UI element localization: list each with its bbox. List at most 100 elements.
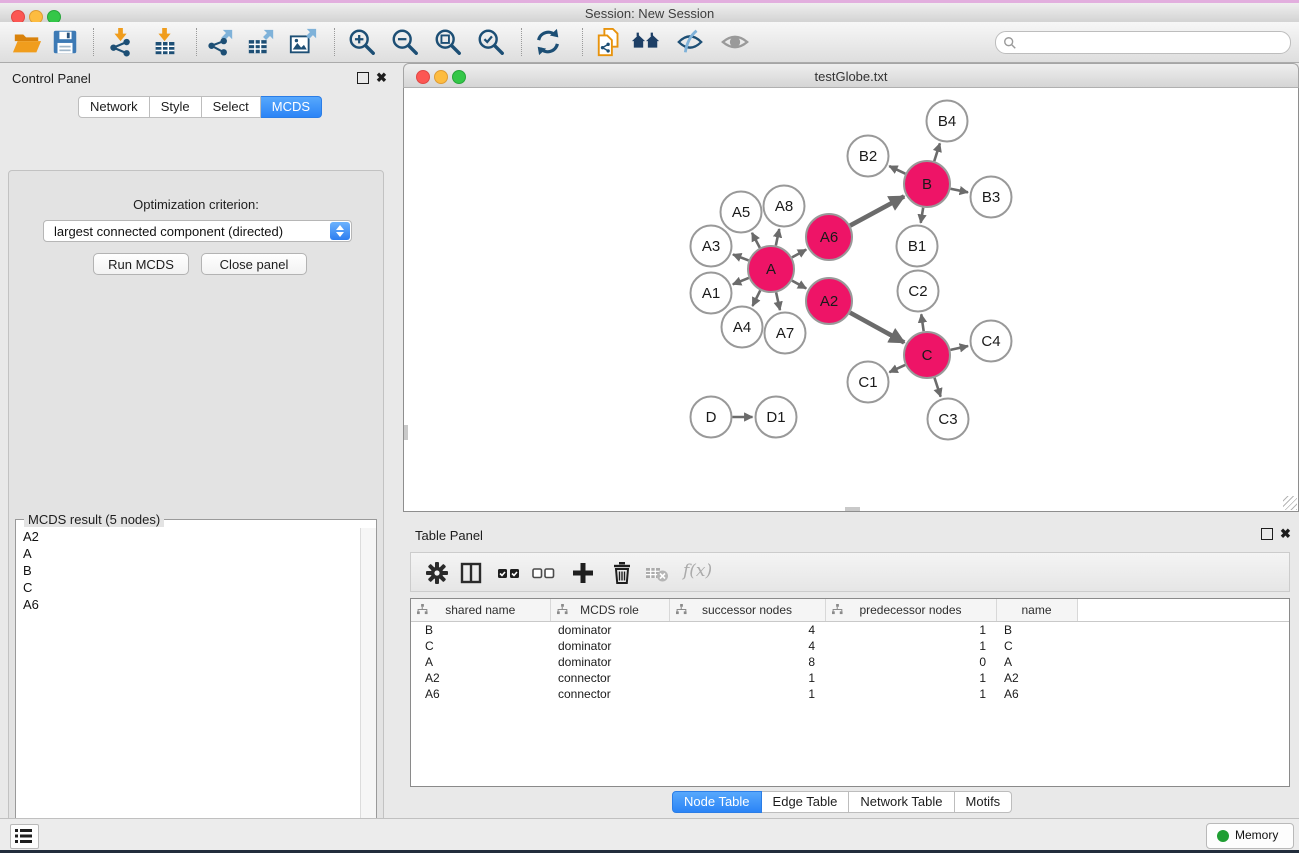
graph-node-A3[interactable]: A3 xyxy=(691,226,732,267)
graph-node-C[interactable]: C xyxy=(904,332,950,378)
split-view-icon[interactable] xyxy=(459,561,483,585)
home-icon[interactable] xyxy=(631,27,661,57)
cell[interactable]: A2 xyxy=(411,670,550,686)
cell[interactable]: A6 xyxy=(411,686,550,702)
run-mcds-button[interactable]: Run MCDS xyxy=(93,253,189,275)
edge-A-A6[interactable] xyxy=(792,250,806,258)
cell[interactable]: B xyxy=(411,622,550,639)
cell[interactable]: C xyxy=(411,638,550,654)
cell[interactable]: dominator xyxy=(550,654,669,670)
show-graphics-details-icon[interactable] xyxy=(675,27,705,57)
tab-network-table[interactable]: Network Table xyxy=(849,791,954,813)
tab-mcds[interactable]: MCDS xyxy=(261,96,322,118)
tab-node-table[interactable]: Node Table xyxy=(672,791,762,813)
close-panel-icon[interactable]: ✖ xyxy=(376,72,387,84)
criterion-select[interactable]: largest connected component (directed) xyxy=(43,220,352,242)
table-row[interactable]: Cdominator41C xyxy=(411,638,1289,654)
add-column-icon[interactable] xyxy=(571,561,595,585)
zoom-in-icon[interactable] xyxy=(347,27,377,57)
zoom-out-icon[interactable] xyxy=(390,27,420,57)
edge-A2-C[interactable] xyxy=(850,313,904,343)
cell[interactable]: C xyxy=(996,638,1077,654)
column-header-MCDS-role[interactable]: MCDS role xyxy=(550,599,669,622)
cell[interactable]: B xyxy=(996,622,1077,639)
edge-B-B3[interactable] xyxy=(951,189,968,193)
graph-node-C1[interactable]: C1 xyxy=(848,362,889,403)
graph-node-A7[interactable]: A7 xyxy=(765,313,806,354)
edge-C-C4[interactable] xyxy=(950,346,968,350)
deselect-all-rows-icon[interactable] xyxy=(532,561,556,585)
refresh-icon[interactable] xyxy=(533,27,563,57)
task-history-button[interactable] xyxy=(10,824,39,849)
zoom-fit-icon[interactable] xyxy=(433,27,463,57)
edge-C-C3[interactable] xyxy=(934,378,940,397)
tab-motifs[interactable]: Motifs xyxy=(955,791,1013,813)
graph-node-C3[interactable]: C3 xyxy=(928,399,969,440)
table-row[interactable]: Adominator80A xyxy=(411,654,1289,670)
cell[interactable]: connector xyxy=(550,686,669,702)
network-canvas[interactable]: B4B2BB3A5A8A6B1A3AA1C2A4A7A2C4CC1C3DD1 xyxy=(403,88,1299,512)
close-table-panel-icon[interactable]: ✖ xyxy=(1280,528,1291,540)
cell[interactable]: A6 xyxy=(996,686,1077,702)
graph-node-C2[interactable]: C2 xyxy=(898,271,939,312)
column-header-successor-nodes[interactable]: successor nodes xyxy=(669,599,825,622)
graph-node-A1[interactable]: A1 xyxy=(691,273,732,314)
graph-node-D[interactable]: D xyxy=(691,397,732,438)
open-session-icon[interactable] xyxy=(12,27,42,57)
edge-A-A5[interactable] xyxy=(752,233,760,248)
table-row[interactable]: Bdominator41B xyxy=(411,622,1289,639)
graph-node-B[interactable]: B xyxy=(904,161,950,207)
memory-button[interactable]: Memory xyxy=(1206,823,1294,849)
column-header-predecessor-nodes[interactable]: predecessor nodes xyxy=(825,599,996,622)
network-graph[interactable]: B4B2BB3A5A8A6B1A3AA1C2A4A7A2C4CC1C3DD1 xyxy=(404,88,1298,511)
result-item[interactable]: A xyxy=(16,545,361,562)
close-panel-button[interactable]: Close panel xyxy=(201,253,307,275)
tab-network[interactable]: Network xyxy=(78,96,150,118)
edge-A-A8[interactable] xyxy=(776,229,779,245)
edge-A6-B[interactable] xyxy=(850,196,904,225)
graph-node-A6[interactable]: A6 xyxy=(806,214,852,260)
cell[interactable]: 1 xyxy=(825,686,996,702)
delete-table-icon[interactable] xyxy=(645,561,669,585)
graph-node-B4[interactable]: B4 xyxy=(927,101,968,142)
graph-node-A8[interactable]: A8 xyxy=(764,186,805,227)
result-scrollbar[interactable] xyxy=(360,528,376,853)
tab-edge-table[interactable]: Edge Table xyxy=(762,791,850,813)
result-item[interactable]: A6 xyxy=(16,596,361,613)
edge-A-A3[interactable] xyxy=(733,254,749,260)
zoom-selected-icon[interactable] xyxy=(476,27,506,57)
horizontal-scroll-indicator[interactable] xyxy=(845,507,860,511)
edge-A-A4[interactable] xyxy=(753,290,761,306)
graph-node-D1[interactable]: D1 xyxy=(756,397,797,438)
graph-node-A4[interactable]: A4 xyxy=(722,307,763,348)
cell[interactable]: connector xyxy=(550,670,669,686)
export-network-icon[interactable] xyxy=(205,27,235,57)
cell[interactable]: A xyxy=(411,654,550,670)
edge-A-A2[interactable] xyxy=(792,281,806,289)
export-table-icon[interactable] xyxy=(246,27,276,57)
delete-column-icon[interactable] xyxy=(610,561,634,585)
table-row[interactable]: A2connector11A2 xyxy=(411,670,1289,686)
edge-C-C2[interactable] xyxy=(921,314,923,331)
export-image-icon[interactable] xyxy=(288,27,318,57)
graph-node-A5[interactable]: A5 xyxy=(721,192,762,233)
tab-style[interactable]: Style xyxy=(150,96,202,118)
graph-node-B2[interactable]: B2 xyxy=(848,136,889,177)
edge-B-B1[interactable] xyxy=(921,208,923,223)
cell[interactable]: 1 xyxy=(669,686,825,702)
edge-B-B2[interactable] xyxy=(889,166,905,174)
edge-A-A1[interactable] xyxy=(733,278,749,284)
resize-grip[interactable] xyxy=(1283,496,1297,510)
result-item[interactable]: C xyxy=(16,579,361,596)
import-network-icon[interactable] xyxy=(106,27,136,57)
graph-node-B3[interactable]: B3 xyxy=(971,177,1012,218)
save-session-icon[interactable] xyxy=(50,27,80,57)
tab-select[interactable]: Select xyxy=(202,96,261,118)
copy-current-style-icon[interactable] xyxy=(595,27,625,57)
cell[interactable]: dominator xyxy=(550,622,669,639)
edge-C-C1[interactable] xyxy=(889,365,905,372)
float-panel-icon[interactable] xyxy=(357,72,369,84)
cell[interactable]: 4 xyxy=(669,622,825,639)
result-item[interactable]: B xyxy=(16,562,361,579)
column-header-name[interactable]: name xyxy=(996,599,1077,622)
